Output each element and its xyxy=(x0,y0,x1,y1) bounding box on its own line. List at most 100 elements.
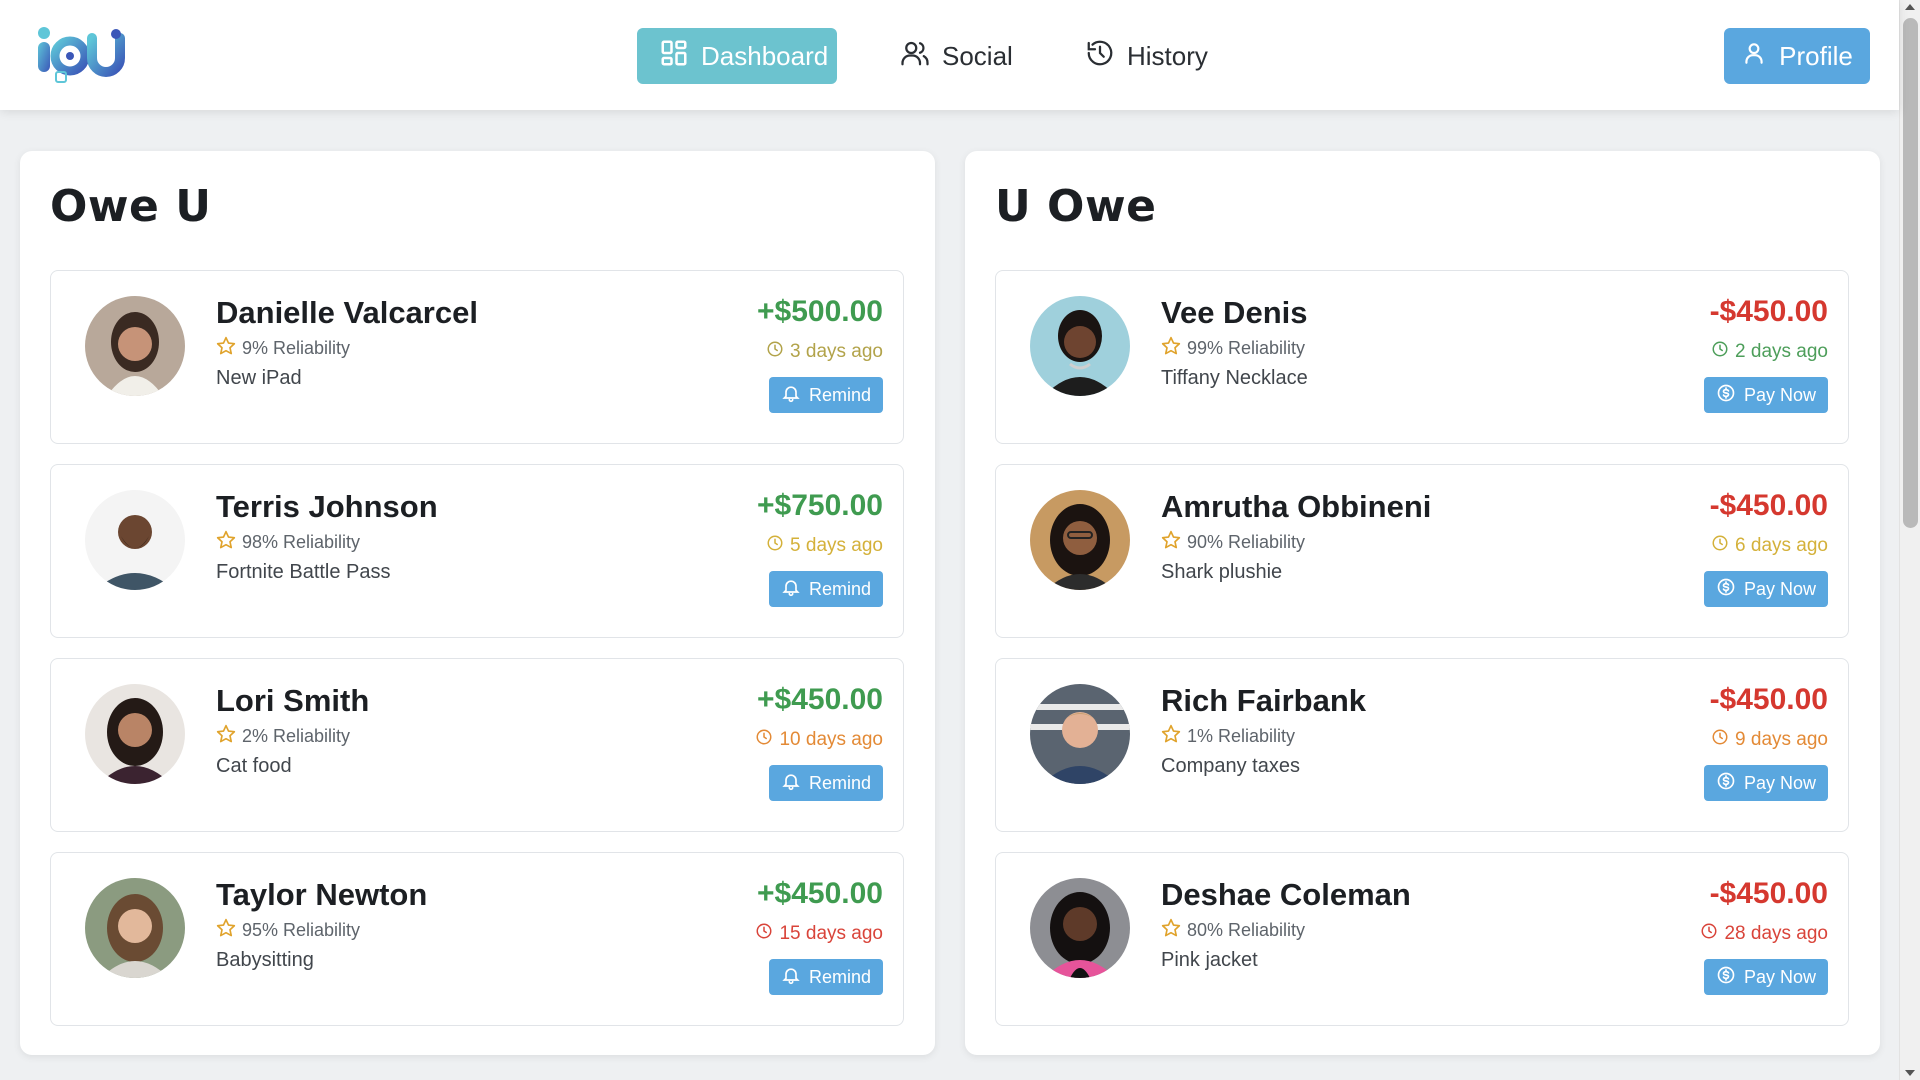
time-ago: 9 days ago xyxy=(1711,728,1828,752)
dollar-circle-icon xyxy=(1716,383,1736,408)
debt-item: Company taxes xyxy=(1161,755,1300,777)
person-name: Vee Denis xyxy=(1161,295,1308,330)
scroll-down-arrow-icon[interactable] xyxy=(1905,1070,1915,1076)
avatar xyxy=(85,490,185,590)
owe-u-title: Owe U xyxy=(50,181,212,232)
profile-label: Profile xyxy=(1779,40,1853,71)
clock-icon xyxy=(1711,728,1729,752)
remind-button[interactable]: Remind xyxy=(768,765,883,801)
remind-label: Remind xyxy=(808,384,871,405)
reliability-text: 90% Reliability xyxy=(1187,532,1306,552)
time-ago-text: 28 days ago xyxy=(1724,923,1828,944)
remind-button[interactable]: Remind xyxy=(768,959,883,995)
reliability-rating: 1% Reliability xyxy=(1161,724,1295,749)
person-name: Taylor Newton xyxy=(216,877,428,912)
amount: -$450.00 xyxy=(1709,295,1828,328)
time-ago-text: 9 days ago xyxy=(1735,729,1828,750)
pay-now-button[interactable]: Pay Now xyxy=(1703,959,1828,995)
time-ago-text: 15 days ago xyxy=(779,923,883,944)
reliability-text: 80% Reliability xyxy=(1187,920,1306,940)
reliability-text: 98% Reliability xyxy=(242,532,361,552)
owe-u-card: Taylor Newton 95% Reliability Babysittin… xyxy=(50,852,904,1026)
avatar xyxy=(1030,296,1130,396)
person-name: Deshae Coleman xyxy=(1161,877,1411,912)
owe-u-panel: Owe U Danielle Valcarcel 9% Reliability … xyxy=(20,151,935,1055)
pay-now-label: Pay Now xyxy=(1743,966,1816,987)
clock-icon xyxy=(1711,534,1729,558)
owe-u-card: Lori Smith 2% Reliability Cat food +$450… xyxy=(50,658,904,832)
amount: +$450.00 xyxy=(757,683,883,716)
star-icon xyxy=(1161,918,1181,943)
pay-now-button[interactable]: Pay Now xyxy=(1703,765,1828,801)
nav-social-label: Social xyxy=(942,40,1013,71)
remind-label: Remind xyxy=(808,578,871,599)
clock-icon xyxy=(766,340,784,364)
clock-icon xyxy=(1700,922,1718,946)
nav-dashboard[interactable]: Dashboard xyxy=(637,28,837,84)
star-icon xyxy=(1161,336,1181,361)
u-owe-card: Deshae Coleman 80% Reliability Pink jack… xyxy=(995,852,1849,1026)
remind-button[interactable]: Remind xyxy=(768,377,883,413)
iou-logo[interactable] xyxy=(36,24,128,86)
time-ago-text: 3 days ago xyxy=(790,341,883,362)
pay-now-button[interactable]: Pay Now xyxy=(1703,571,1828,607)
dashboard-grid-icon xyxy=(659,38,689,75)
reliability-text: 99% Reliability xyxy=(1187,338,1306,358)
person-name: Amrutha Obbineni xyxy=(1161,489,1432,524)
dollar-circle-icon xyxy=(1716,965,1736,990)
amount: -$450.00 xyxy=(1709,877,1828,910)
amount: -$450.00 xyxy=(1709,489,1828,522)
dollar-circle-icon xyxy=(1716,771,1736,796)
reliability-rating: 99% Reliability xyxy=(1161,336,1305,361)
debt-item: Tiffany Necklace xyxy=(1161,367,1308,389)
scroll-thumb[interactable] xyxy=(1903,18,1918,528)
scroll-up-arrow-icon[interactable] xyxy=(1905,4,1915,10)
time-ago: 28 days ago xyxy=(1700,922,1828,946)
remind-button[interactable]: Remind xyxy=(768,571,883,607)
vertical-scrollbar[interactable] xyxy=(1899,0,1920,1080)
reliability-rating: 90% Reliability xyxy=(1161,530,1305,555)
time-ago: 3 days ago xyxy=(766,340,883,364)
time-ago: 5 days ago xyxy=(766,534,883,558)
reliability-rating: 9% Reliability xyxy=(216,336,350,361)
avatar xyxy=(1030,490,1130,590)
time-ago: 2 days ago xyxy=(1711,340,1828,364)
u-owe-card: Vee Denis 99% Reliability Tiffany Neckla… xyxy=(995,270,1849,444)
reliability-text: 2% Reliability xyxy=(242,726,351,746)
avatar xyxy=(1030,878,1130,978)
history-icon xyxy=(1085,38,1115,75)
time-ago-text: 10 days ago xyxy=(779,729,883,750)
avatar xyxy=(85,878,185,978)
bell-icon xyxy=(781,771,801,796)
time-ago-text: 6 days ago xyxy=(1735,535,1828,556)
u-owe-title: U Owe xyxy=(995,181,1157,232)
avatar xyxy=(1030,684,1130,784)
person-name: Danielle Valcarcel xyxy=(216,295,478,330)
u-owe-card: Amrutha Obbineni 90% Reliability Shark p… xyxy=(995,464,1849,638)
remind-label: Remind xyxy=(808,772,871,793)
bell-icon xyxy=(781,965,801,990)
reliability-text: 1% Reliability xyxy=(1187,726,1296,746)
pay-now-label: Pay Now xyxy=(1743,772,1816,793)
profile-button[interactable]: Profile xyxy=(1724,28,1870,84)
clock-icon xyxy=(1711,340,1729,364)
debt-item: Cat food xyxy=(216,755,292,777)
person-name: Lori Smith xyxy=(216,683,370,718)
avatar xyxy=(85,296,185,396)
owe-u-card: Danielle Valcarcel 9% Reliability New iP… xyxy=(50,270,904,444)
pay-now-button[interactable]: Pay Now xyxy=(1703,377,1828,413)
time-ago-text: 2 days ago xyxy=(1735,341,1828,362)
nav-social[interactable]: Social xyxy=(878,28,1028,84)
star-icon xyxy=(216,724,236,749)
reliability-rating: 2% Reliability xyxy=(216,724,350,749)
u-owe-panel: U Owe Vee Denis 99% Reliability Tiffany … xyxy=(965,151,1880,1055)
time-ago-text: 5 days ago xyxy=(790,535,883,556)
nav-history[interactable]: History xyxy=(1063,28,1223,84)
debt-item: Shark plushie xyxy=(1161,561,1283,583)
debt-item: New iPad xyxy=(216,367,302,389)
time-ago: 15 days ago xyxy=(755,922,883,946)
remind-label: Remind xyxy=(808,966,871,987)
star-icon xyxy=(1161,724,1181,749)
pay-now-label: Pay Now xyxy=(1743,578,1816,599)
reliability-rating: 98% Reliability xyxy=(216,530,360,555)
